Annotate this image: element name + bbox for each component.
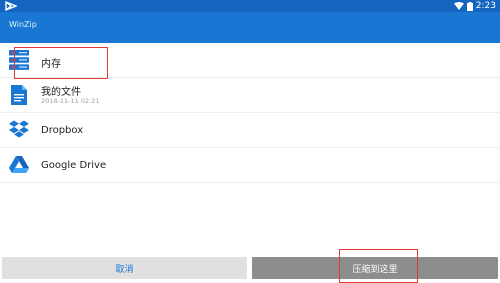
location-item-my-files[interactable]: 我的文件 2018-11-11 02:21 bbox=[0, 78, 500, 113]
app-title: WinZip bbox=[9, 20, 37, 29]
highlight-box-compress bbox=[339, 249, 418, 283]
location-item-google-drive[interactable]: Google Drive bbox=[0, 148, 500, 183]
cancel-button[interactable]: 取消 bbox=[2, 257, 247, 279]
wifi-icon bbox=[454, 2, 464, 10]
status-time: 2:23 bbox=[475, 1, 496, 11]
location-item-dropbox[interactable]: Dropbox bbox=[0, 113, 500, 148]
google-drive-icon bbox=[9, 156, 29, 173]
app-bar: WinZip bbox=[0, 12, 500, 43]
location-timestamp: 2018-11-11 02:21 bbox=[41, 97, 100, 105]
location-label-google-drive: Google Drive bbox=[41, 160, 107, 171]
highlight-box-storage bbox=[14, 47, 108, 79]
dropbox-icon bbox=[9, 120, 29, 138]
battery-icon bbox=[467, 2, 473, 11]
location-label-my-files: 我的文件 bbox=[41, 87, 81, 98]
app-logo-icon bbox=[5, 1, 17, 11]
status-bar: 2:23 bbox=[0, 0, 500, 12]
document-icon bbox=[11, 85, 27, 105]
location-label-dropbox: Dropbox bbox=[41, 125, 84, 136]
